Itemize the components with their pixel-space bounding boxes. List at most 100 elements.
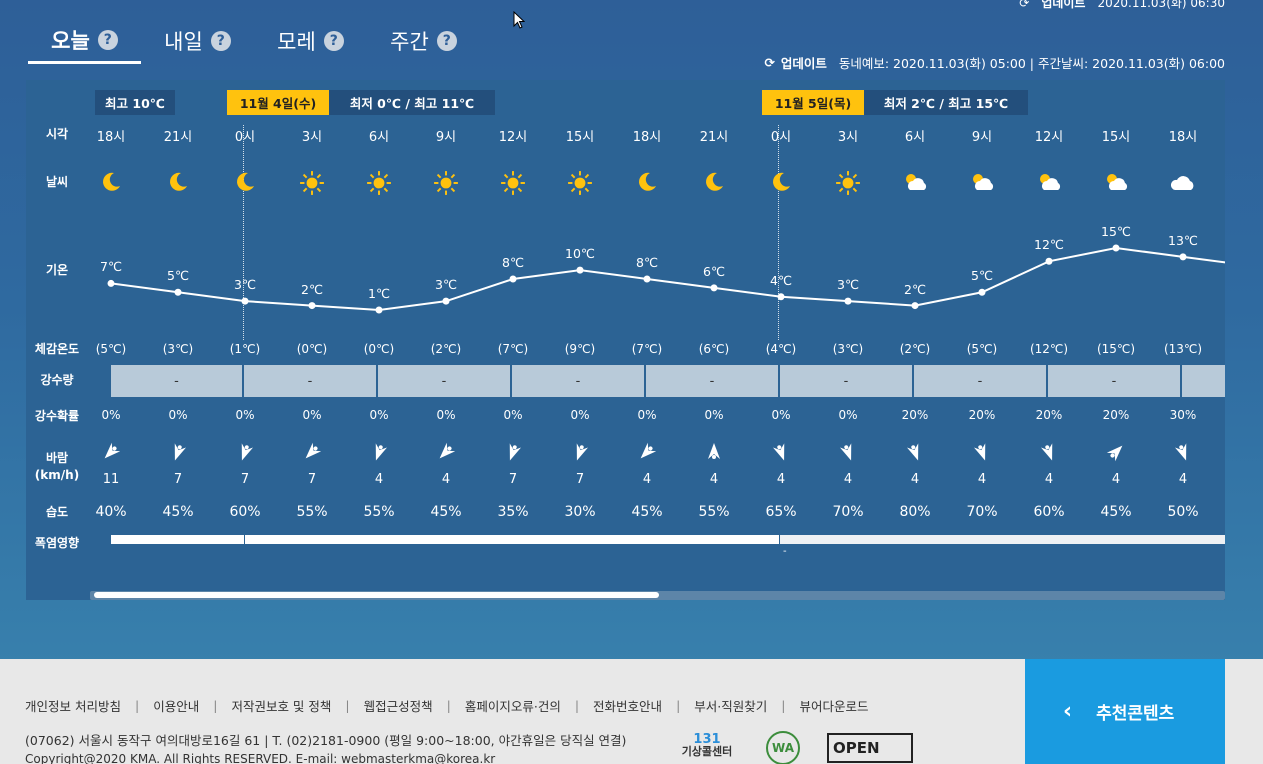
wind-arrow-icon <box>483 442 543 466</box>
temperature-point <box>777 293 785 301</box>
footer-link[interactable]: 전화번호안내 <box>593 696 662 715</box>
wind-arrow-icon <box>617 442 677 466</box>
help-icon[interactable]: ? <box>436 31 457 51</box>
wind-speed-value: 7 <box>575 472 585 487</box>
row-label-prob: 강수확률 <box>34 409 80 423</box>
temp-label: 5℃ <box>167 268 189 284</box>
help-icon[interactable]: ? <box>323 31 344 51</box>
precip-prob-value: 0% <box>369 408 389 422</box>
link-separator: | <box>134 698 140 713</box>
footer-links: 개인정보 처리방침 | 이용안내 | 저작권보호 및 정책 | 웹접근성정책 | 홈페이지오류·… <box>25 696 869 715</box>
time-label: 9시 <box>435 130 457 145</box>
footer-link[interactable]: 웹접근성정책 <box>364 696 433 715</box>
footer-address: (07062) 서울시 동작구 여의대방로16길 61 | T. (02)218… <box>25 733 627 748</box>
temperature-point <box>978 288 986 296</box>
footer-link[interactable]: 개인정보 처리방침 <box>25 696 121 715</box>
heat-bar <box>111 535 244 544</box>
temp-label: 13℃ <box>1168 232 1198 248</box>
time-label: 3시 <box>837 130 859 145</box>
tab-label: 모레 <box>277 30 316 54</box>
wind-speed-value: 7 <box>307 472 317 487</box>
mouse-cursor-icon <box>513 10 526 33</box>
temperature-point <box>1045 257 1053 265</box>
wind-speed-value: 4 <box>910 472 920 487</box>
precip-prob-value: 0% <box>302 408 322 422</box>
temperature-point <box>509 275 517 283</box>
precip-amount-cell: - <box>244 365 378 397</box>
sun-icon <box>416 170 476 198</box>
humidity-value: 65% <box>765 504 797 520</box>
tab-tomorrow[interactable]: 내일? <box>141 18 254 64</box>
precip-amount-cell: - <box>780 365 914 397</box>
wind-arrow-icon <box>550 442 610 466</box>
help-icon[interactable]: ? <box>97 29 118 50</box>
update-button[interactable]: ⟳ 업데이트 <box>764 53 827 72</box>
humidity-value: 45% <box>430 504 462 520</box>
heat-bar <box>245 535 779 544</box>
footer-link[interactable]: 저작권보호 및 정책 <box>231 696 331 715</box>
humidity-value: 45% <box>1100 504 1132 520</box>
wind-arrow-icon <box>1019 442 1079 466</box>
link-separator: | <box>213 698 218 713</box>
row-label-feel: 체감온도 <box>34 342 80 356</box>
precip-amount-cell: - <box>646 365 780 397</box>
wind-arrow-icon <box>1153 442 1213 466</box>
partly-cloudy-icon <box>885 170 945 198</box>
temp-label: 6℃ <box>703 263 725 279</box>
sun-icon <box>483 170 543 198</box>
tab-day-after[interactable]: 모레? <box>254 18 367 64</box>
precip-prob-value: 0% <box>101 408 121 422</box>
footer-link[interactable]: 홈페이지오류·건의 <box>465 696 561 715</box>
wind-speed-value: 4 <box>776 472 786 487</box>
recommend-label: 추천콘텐츠 <box>1096 704 1175 724</box>
time-label: 12시 <box>1034 130 1064 145</box>
wind-speed-value: 4 <box>977 472 987 487</box>
link-separator: | <box>446 698 451 713</box>
wind-arrow-icon <box>416 442 476 466</box>
wind-speed-value: 7 <box>173 472 183 487</box>
link-separator: | <box>574 698 580 713</box>
temp-label: 1℃ <box>368 286 390 301</box>
feels-like-value: (5℃) <box>966 342 998 356</box>
feels-like-value: (7℃) <box>631 342 663 356</box>
cloudy-icon <box>1153 170 1213 198</box>
time-label: 15시 <box>1101 130 1131 145</box>
time-label: 6시 <box>368 130 390 145</box>
recommend-content-button[interactable]: ‹ 추천콘텐츠 <box>1025 659 1225 764</box>
scrollbar-thumb[interactable] <box>94 592 659 598</box>
time-label: 3시 <box>301 130 323 145</box>
help-icon[interactable]: ? <box>210 31 231 51</box>
wind-speed-value: 4 <box>642 472 652 487</box>
open-license-logo[interactable]: OPEN <box>827 733 913 763</box>
temp-label: 3℃ <box>837 277 859 293</box>
feels-like-value: (13℃) <box>1163 342 1203 356</box>
logo-131-text: 기상콜센터 <box>681 745 733 758</box>
moon-icon <box>751 170 811 198</box>
tab-weekly[interactable]: 주간? <box>367 18 480 64</box>
time-label: 21시 <box>163 130 193 145</box>
temp-label: 8℃ <box>502 255 524 270</box>
temp-label: 2℃ <box>301 281 323 297</box>
wind-speed-value: 4 <box>709 472 719 487</box>
footer-link[interactable]: 이용안내 <box>153 696 199 715</box>
footer-link[interactable]: 뷰어다운로드 <box>799 696 868 715</box>
time-label: 12시 <box>498 130 528 145</box>
time-label: 9시 <box>971 130 993 145</box>
tab-today[interactable]: 오늘? <box>28 18 141 64</box>
heat-dash: - <box>783 546 787 557</box>
tab-label: 오늘 <box>51 28 90 53</box>
footer-link[interactable]: 부서·직원찾기 <box>694 696 767 715</box>
wind-arrow-icon <box>282 442 342 466</box>
precip-prob-value: 0% <box>436 408 456 422</box>
top-update-time: 2020.11.03(화) 06:30 <box>1097 0 1225 10</box>
refresh-icon[interactable]: ⟳ <box>1019 0 1029 10</box>
link-separator: | <box>345 698 350 713</box>
tab-label: 주간 <box>390 30 429 54</box>
feels-like-value: (3℃) <box>832 342 864 356</box>
humidity-value: 45% <box>631 504 663 520</box>
top-update-label[interactable]: 업데이트 <box>1041 0 1085 11</box>
row-label-wind: 바람 (km/h) <box>34 451 80 482</box>
web-accessibility-logo[interactable]: WA <box>766 731 800 764</box>
callcenter-131-logo[interactable]: 131 기상콜센터 <box>662 731 752 761</box>
precip-prob-value: 0% <box>235 408 255 422</box>
